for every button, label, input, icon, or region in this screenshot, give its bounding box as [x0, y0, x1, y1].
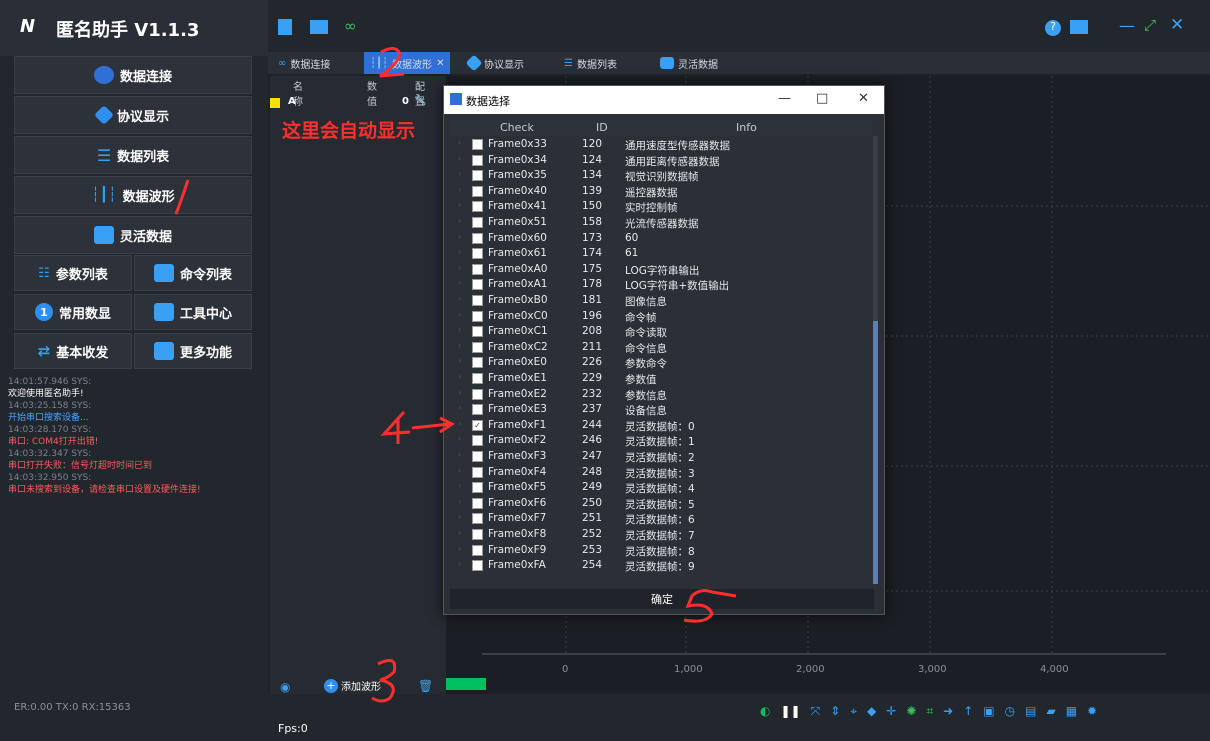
annotation-layer: [174, 47, 737, 703]
